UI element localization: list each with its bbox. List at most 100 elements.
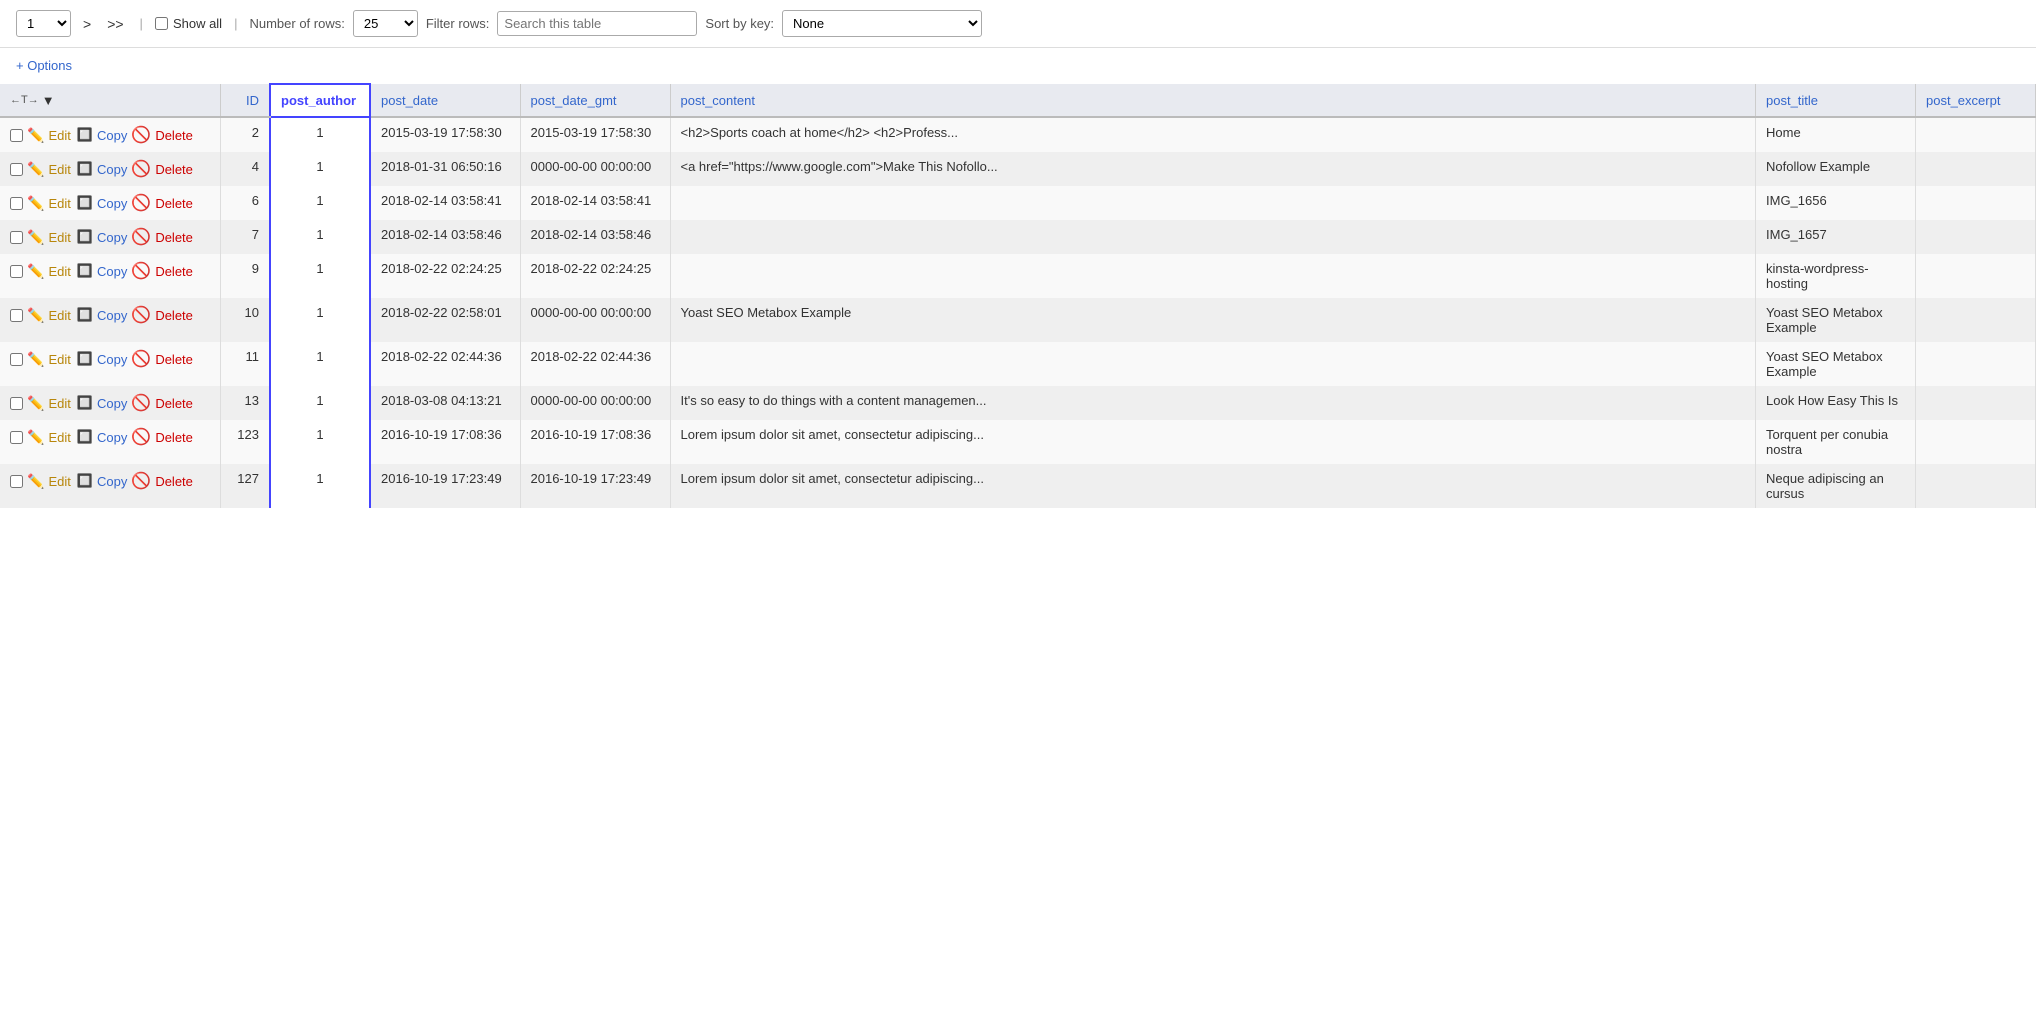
cell-post-excerpt	[1916, 117, 2036, 152]
col-post-author-link[interactable]: post_author	[281, 93, 356, 108]
edit-link[interactable]: Edit	[48, 264, 70, 279]
copy-link[interactable]: Copy	[97, 430, 127, 445]
sort-dropdown-icon[interactable]: ▼	[42, 93, 55, 108]
delete-icon: 🚫	[131, 193, 151, 213]
copy-link[interactable]: Copy	[97, 474, 127, 489]
delete-link[interactable]: Delete	[155, 230, 193, 245]
options-link[interactable]: + Options	[16, 54, 72, 77]
row-checkbox[interactable]	[10, 309, 23, 322]
col-post-date-gmt-link[interactable]: post_date_gmt	[531, 93, 617, 108]
actions-cell: ✏️ Edit 🔲 Copy 🚫 Delete	[0, 220, 220, 254]
nav-last-button[interactable]: >>	[103, 14, 127, 34]
col-post-excerpt-link[interactable]: post_excerpt	[1926, 93, 2000, 108]
delete-link[interactable]: Delete	[155, 430, 193, 445]
row-checkbox[interactable]	[10, 397, 23, 410]
show-all-label[interactable]: Show all	[155, 16, 222, 31]
col-header-post-title[interactable]: post_title	[1756, 84, 1916, 117]
cell-id: 10	[220, 298, 270, 342]
cell-post-excerpt	[1916, 298, 2036, 342]
cell-post-excerpt	[1916, 220, 2036, 254]
resize-arrows[interactable]: ←T→	[10, 94, 39, 106]
col-post-content-link[interactable]: post_content	[681, 93, 755, 108]
row-checkbox[interactable]	[10, 353, 23, 366]
edit-link[interactable]: Edit	[48, 430, 70, 445]
col-header-post-excerpt[interactable]: post_excerpt	[1916, 84, 2036, 117]
sort-select[interactable]: None	[782, 10, 982, 37]
delete-link[interactable]: Delete	[155, 196, 193, 211]
edit-link[interactable]: Edit	[48, 162, 70, 177]
cell-post-date-gmt: 0000-00-00 00:00:00	[520, 386, 670, 420]
cell-id: 2	[220, 117, 270, 152]
delete-icon: 🚫	[131, 125, 151, 145]
delete-icon: 🚫	[131, 227, 151, 247]
actions-cell: ✏️ Edit 🔲 Copy 🚫 Delete	[0, 298, 220, 342]
delete-link[interactable]: Delete	[155, 264, 193, 279]
copy-link[interactable]: Copy	[97, 196, 127, 211]
col-header-post-author[interactable]: post_author	[270, 84, 370, 117]
edit-link[interactable]: Edit	[48, 230, 70, 245]
copy-link[interactable]: Copy	[97, 264, 127, 279]
col-header-post-date[interactable]: post_date	[370, 84, 520, 117]
copy-icon: 🔲	[77, 307, 93, 323]
page-select[interactable]: 1	[16, 10, 71, 37]
nav-next-button[interactable]: >	[79, 14, 95, 34]
copy-link[interactable]: Copy	[97, 396, 127, 411]
cell-post-date: 2016-10-19 17:23:49	[370, 464, 520, 508]
copy-link[interactable]: Copy	[97, 162, 127, 177]
search-input[interactable]	[497, 11, 697, 36]
col-header-post-date-gmt[interactable]: post_date_gmt	[520, 84, 670, 117]
delete-link[interactable]: Delete	[155, 128, 193, 143]
row-checkbox[interactable]	[10, 163, 23, 176]
separator-1: |	[140, 16, 143, 31]
delete-icon: 🚫	[131, 159, 151, 179]
copy-link[interactable]: Copy	[97, 230, 127, 245]
row-checkbox[interactable]	[10, 231, 23, 244]
table-container: ←T→ ▼ ID post_author post_date post_date…	[0, 83, 2036, 508]
options-section: + Options	[0, 48, 2036, 83]
actions-cell: ✏️ Edit 🔲 Copy 🚫 Delete	[0, 117, 220, 152]
actions-cell: ✏️ Edit 🔲 Copy 🚫 Delete	[0, 254, 220, 298]
col-post-date-link[interactable]: post_date	[381, 93, 438, 108]
edit-link[interactable]: Edit	[48, 396, 70, 411]
delete-link[interactable]: Delete	[155, 474, 193, 489]
edit-link[interactable]: Edit	[48, 196, 70, 211]
edit-link[interactable]: Edit	[48, 474, 70, 489]
edit-link[interactable]: Edit	[48, 352, 70, 367]
col-id-link[interactable]: ID	[246, 93, 259, 108]
cell-post-author: 1	[270, 152, 370, 186]
edit-link[interactable]: Edit	[48, 128, 70, 143]
table-header-row: ←T→ ▼ ID post_author post_date post_date…	[0, 84, 2036, 117]
row-checkbox[interactable]	[10, 129, 23, 142]
delete-icon: 🚫	[131, 305, 151, 325]
show-all-checkbox[interactable]	[155, 17, 168, 30]
rows-select[interactable]: 25 50 100	[353, 10, 418, 37]
cell-post-date-gmt: 2016-10-19 17:08:36	[520, 420, 670, 464]
copy-link[interactable]: Copy	[97, 352, 127, 367]
row-checkbox[interactable]	[10, 197, 23, 210]
col-header-post-content[interactable]: post_content	[670, 84, 1756, 117]
cell-post-title: Home	[1756, 117, 1916, 152]
edit-link[interactable]: Edit	[48, 308, 70, 323]
copy-icon: 🔲	[77, 395, 93, 411]
copy-link[interactable]: Copy	[97, 128, 127, 143]
row-checkbox[interactable]	[10, 475, 23, 488]
row-checkbox[interactable]	[10, 431, 23, 444]
delete-icon: 🚫	[131, 349, 151, 369]
cell-post-date-gmt: 2018-02-22 02:24:25	[520, 254, 670, 298]
col-post-title-link[interactable]: post_title	[1766, 93, 1818, 108]
table-row: ✏️ Edit 🔲 Copy 🚫 Delete 612018-02-14 03:…	[0, 186, 2036, 220]
copy-link[interactable]: Copy	[97, 308, 127, 323]
cell-id: 6	[220, 186, 270, 220]
cell-post-author: 1	[270, 298, 370, 342]
delete-link[interactable]: Delete	[155, 162, 193, 177]
delete-link[interactable]: Delete	[155, 308, 193, 323]
cell-post-date-gmt: 2018-02-14 03:58:41	[520, 186, 670, 220]
col-header-actions: ←T→ ▼	[0, 84, 220, 117]
col-header-id[interactable]: ID	[220, 84, 270, 117]
delete-link[interactable]: Delete	[155, 396, 193, 411]
cell-id: 123	[220, 420, 270, 464]
delete-link[interactable]: Delete	[155, 352, 193, 367]
row-checkbox[interactable]	[10, 265, 23, 278]
edit-icon: ✏️	[27, 473, 44, 490]
copy-icon: 🔲	[77, 429, 93, 445]
